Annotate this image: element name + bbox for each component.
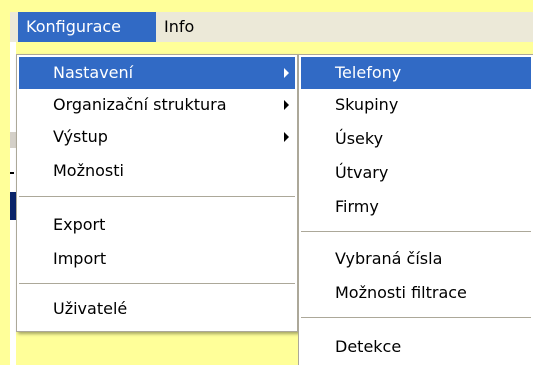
menu-item-label: Nastavení xyxy=(53,63,134,82)
submenu-item-firmy[interactable]: Firmy xyxy=(301,191,531,223)
menu-item-label: Možnosti filtrace xyxy=(335,283,467,302)
menu-separator xyxy=(19,283,295,284)
menu-item-label: Export xyxy=(53,215,106,234)
menu-info[interactable]: Info xyxy=(156,12,210,42)
background-fragment xyxy=(10,172,14,174)
submenu-item-skupiny[interactable]: Skupiny xyxy=(301,89,531,121)
submenu-arrow-icon xyxy=(284,100,289,110)
submenu-item-useky[interactable]: Úseky xyxy=(301,123,531,155)
nastaveni-submenu: Telefony Skupiny Úseky Útvary Firmy Vybr… xyxy=(298,54,533,365)
menu-bar: Konfigurace Info xyxy=(10,12,533,42)
menu-konfigurace[interactable]: Konfigurace xyxy=(18,12,156,42)
menu-item-label: Firmy xyxy=(335,197,379,216)
menu-separator xyxy=(301,231,531,232)
menu-item-label: Uživatelé xyxy=(53,299,128,318)
menu-item-nastaveni[interactable]: Nastavení xyxy=(19,57,295,89)
submenu-item-vybrana-cisla[interactable]: Vybraná čísla xyxy=(301,243,531,275)
menu-item-label: Organizační struktura xyxy=(53,95,227,114)
menu-item-uzivatele[interactable]: Uživatelé xyxy=(19,293,295,325)
menu-item-label: Možnosti xyxy=(53,161,124,180)
menu-item-label: Skupiny xyxy=(335,95,399,114)
menu-item-label: Import xyxy=(53,249,107,268)
menu-item-moznosti[interactable]: Možnosti xyxy=(19,155,295,187)
menu-separator xyxy=(301,317,531,318)
submenu-arrow-icon xyxy=(284,68,289,78)
menu-item-vystup[interactable]: Výstup xyxy=(19,121,295,153)
submenu-item-telefony[interactable]: Telefony xyxy=(301,57,531,89)
submenu-arrow-icon xyxy=(284,132,289,142)
submenu-item-detekce[interactable]: Detekce xyxy=(301,331,531,363)
menu-item-label: Výstup xyxy=(53,127,108,146)
menu-item-import[interactable]: Import xyxy=(19,243,295,275)
menu-item-export[interactable]: Export xyxy=(19,209,295,241)
menu-item-label: Telefony xyxy=(335,63,402,82)
menu-item-label: Útvary xyxy=(335,163,389,182)
menu-item-organizacni-struktura[interactable]: Organizační struktura xyxy=(19,89,295,121)
konfigurace-dropdown: Nastavení Organizační struktura Výstup M… xyxy=(16,54,298,332)
submenu-item-utvary[interactable]: Útvary xyxy=(301,157,531,189)
menu-separator xyxy=(19,196,295,197)
menu-item-label: Úseky xyxy=(335,129,384,148)
menu-item-label: Vybraná čísla xyxy=(335,249,443,268)
submenu-item-moznosti-filtrace[interactable]: Možnosti filtrace xyxy=(301,277,531,309)
menu-item-label: Detekce xyxy=(335,337,402,356)
